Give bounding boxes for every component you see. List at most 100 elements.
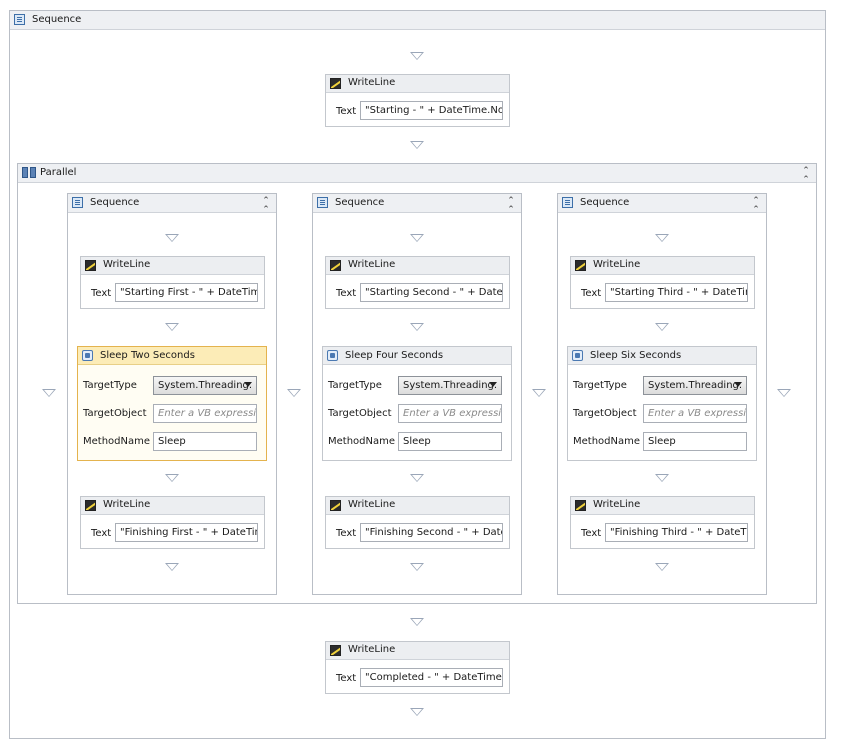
drop-target-arrow-icon[interactable] [42,389,56,397]
drop-target-arrow-icon[interactable] [655,323,669,331]
sequence-icon [14,14,25,25]
writeline-header[interactable]: WriteLine [326,642,509,660]
invoke-method-header[interactable]: Sleep Four Seconds [323,347,511,365]
writeline-header[interactable]: WriteLine [326,75,509,93]
drop-target-arrow-icon[interactable] [410,563,424,571]
collapse-icon[interactable]: ⌃ ⌃ [506,197,516,215]
text-label: Text [91,528,112,539]
writeline-starting-first[interactable]: WriteLine Text "Starting First - " + Dat… [80,256,265,309]
branch-sequence-header[interactable]: Sequence ⌃ ⌃ [68,194,276,215]
writeline-title: WriteLine [103,259,151,270]
text-expression-input[interactable]: "Finishing Third - " + DateTim [605,523,748,542]
target-object-input[interactable]: Enter a VB expression [643,404,747,423]
branch-sequence-header[interactable]: Sequence ⌃ ⌃ [558,194,766,215]
writeline-finishing-third[interactable]: WriteLine Text "Finishing Third - " + Da… [570,496,755,549]
text-expression-input[interactable]: "Finishing First - " + DateTime [115,523,258,542]
writeline-header[interactable]: WriteLine [326,497,509,515]
writeline-icon [330,78,341,89]
writeline-finishing-first[interactable]: WriteLine Text "Finishing First - " + Da… [80,496,265,549]
text-label: Text [336,106,357,117]
branch-sequence-header[interactable]: Sequence ⌃ ⌃ [313,194,521,215]
text-expression-input[interactable]: "Completed - " + DateTime.N [360,668,503,687]
parallel-icon [22,167,38,178]
drop-target-arrow-icon[interactable] [410,708,424,716]
drop-target-arrow-icon[interactable] [410,234,424,242]
target-type-label: TargetType [328,380,382,391]
drop-target-arrow-icon[interactable] [410,52,424,60]
invoke-method-sleep-six-seconds[interactable]: Sleep Six Seconds TargetType System.Thre… [567,346,757,461]
writeline-starting-second[interactable]: WriteLine Text "Starting Second - " + Da… [325,256,510,309]
writeline-header[interactable]: WriteLine [81,257,264,275]
writeline-icon [330,500,341,511]
writeline-icon [330,645,341,656]
text-expression-input[interactable]: "Finishing Second - " + DateT [360,523,503,542]
invoke-method-sleep-four-seconds[interactable]: Sleep Four Seconds TargetType System.Thr… [322,346,512,461]
drop-target-arrow-icon[interactable] [287,389,301,397]
target-object-label: TargetObject [83,408,147,419]
outer-sequence-title: Sequence [32,14,82,25]
text-label: Text [581,288,602,299]
invoke-method-title: Sleep Six Seconds [590,350,682,361]
method-name-input[interactable]: Sleep [643,432,747,451]
drop-target-arrow-icon[interactable] [410,323,424,331]
target-object-input[interactable]: Enter a VB expression [153,404,257,423]
invoke-method-header[interactable]: Sleep Two Seconds [78,347,266,365]
text-label: Text [336,528,357,539]
drop-target-arrow-icon[interactable] [655,234,669,242]
drop-target-arrow-icon[interactable] [410,141,424,149]
sequence-icon [562,197,573,208]
invoke-method-title: Sleep Two Seconds [100,350,195,361]
branch-sequence-title: Sequence [580,197,630,208]
writeline-finishing-second[interactable]: WriteLine Text "Finishing Second - " + D… [325,496,510,549]
target-type-dropdown[interactable]: System.Threading. [153,376,257,395]
method-name-input[interactable]: Sleep [153,432,257,451]
writeline-icon [330,260,341,271]
writeline-header[interactable]: WriteLine [571,257,754,275]
drop-target-arrow-icon[interactable] [410,474,424,482]
target-type-dropdown[interactable]: System.Threading. [643,376,747,395]
branch-sequence-title: Sequence [90,197,140,208]
collapse-icon[interactable]: ⌃ ⌃ [801,167,811,185]
writeline-header[interactable]: WriteLine [326,257,509,275]
target-type-dropdown[interactable]: System.Threading. [398,376,502,395]
writeline-starting-third[interactable]: WriteLine Text "Starting Third - " + Dat… [570,256,755,309]
target-type-value: System.Threading. [648,380,743,391]
target-type-value: System.Threading. [158,380,253,391]
text-expression-input[interactable]: "Starting First - " + DateTime. [115,283,258,302]
writeline-completed[interactable]: WriteLine Text "Completed - " + DateTime… [325,641,510,694]
drop-target-arrow-icon[interactable] [165,563,179,571]
writeline-header[interactable]: WriteLine [571,497,754,515]
drop-target-arrow-icon[interactable] [410,618,424,626]
drop-target-arrow-icon[interactable] [165,234,179,242]
target-object-input[interactable]: Enter a VB expression [398,404,502,423]
parallel-header[interactable]: Parallel ⌃ ⌃ [18,164,816,185]
invoke-method-sleep-two-seconds[interactable]: Sleep Two Seconds TargetType System.Thre… [77,346,267,461]
text-label: Text [581,528,602,539]
text-expression-input[interactable]: "Starting - " + DateTime.Now [360,101,503,120]
chevron-down-icon [244,382,252,387]
invoke-method-header[interactable]: Sleep Six Seconds [568,347,756,365]
drop-target-arrow-icon[interactable] [165,323,179,331]
drop-target-arrow-icon[interactable] [777,389,791,397]
writeline-starting[interactable]: WriteLine Text "Starting - " + DateTime.… [325,74,510,127]
collapse-icon[interactable]: ⌃ ⌃ [261,197,271,215]
drop-target-arrow-icon[interactable] [165,474,179,482]
chevron-down-icon [734,382,742,387]
method-name-label: MethodName [328,436,396,447]
outer-sequence-header[interactable]: Sequence [10,11,825,30]
writeline-icon [85,260,96,271]
method-name-input[interactable]: Sleep [398,432,502,451]
text-expression-input[interactable]: "Starting Third - " + DateTime [605,283,748,302]
drop-target-arrow-icon[interactable] [655,563,669,571]
collapse-icon[interactable]: ⌃ ⌃ [751,197,761,215]
text-label: Text [91,288,112,299]
drop-target-arrow-icon[interactable] [532,389,546,397]
writeline-header[interactable]: WriteLine [81,497,264,515]
text-label: Text [336,288,357,299]
text-expression-input[interactable]: "Starting Second - " + DateTi [360,283,503,302]
branch-sequence-title: Sequence [335,197,385,208]
drop-target-arrow-icon[interactable] [655,474,669,482]
writeline-title: WriteLine [348,77,396,88]
target-object-label: TargetObject [573,408,637,419]
sequence-icon [72,197,83,208]
